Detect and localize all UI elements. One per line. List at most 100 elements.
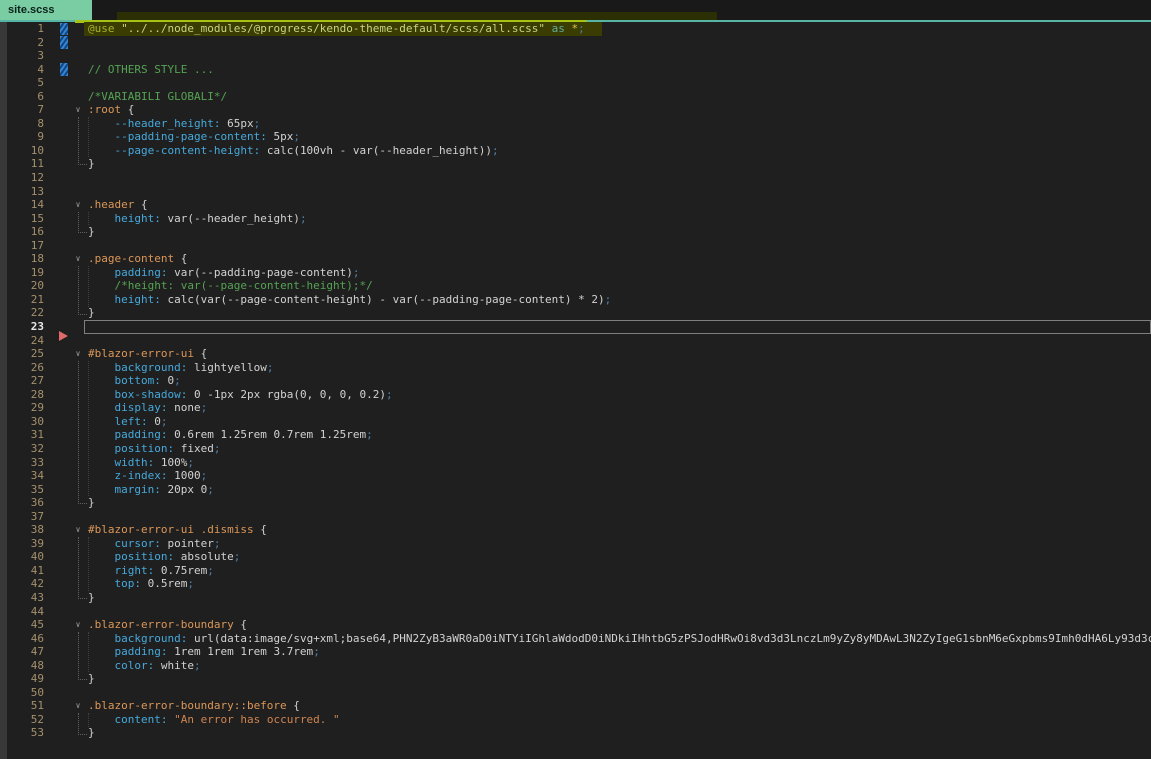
code-line[interactable]: 42 top: 0.5rem;	[0, 577, 1151, 591]
code-line[interactable]: 30 left: 0;	[0, 415, 1151, 429]
marker-margin	[58, 577, 70, 591]
fold-margin	[70, 645, 86, 659]
code-editor[interactable]: 1@use "../../node_modules/@progress/kend…	[0, 22, 1151, 740]
code-line[interactable]: 11}	[0, 157, 1151, 171]
code-line[interactable]: 40 position: absolute;	[0, 550, 1151, 564]
code-line[interactable]: 37	[0, 510, 1151, 524]
line-number: 14	[0, 198, 44, 212]
code-text: }	[86, 726, 95, 740]
fold-chevron-icon[interactable]: ∨	[70, 523, 86, 537]
code-line[interactable]: 52 content: "An error has occurred. "	[0, 713, 1151, 727]
code-text: .blazor-error-boundary {	[86, 618, 247, 632]
code-line[interactable]: 16}	[0, 225, 1151, 239]
code-line[interactable]: 14∨.header {	[0, 198, 1151, 212]
code-line[interactable]: 23	[0, 320, 1151, 334]
code-text: display: none;	[86, 401, 207, 415]
line-number: 38	[0, 523, 44, 537]
line-number: 20	[0, 279, 44, 293]
code-line[interactable]: 53}	[0, 726, 1151, 740]
code-line[interactable]: 1@use "../../node_modules/@progress/kend…	[0, 22, 1151, 36]
code-line[interactable]: 10 --page-content-height: calc(100vh - v…	[0, 144, 1151, 158]
marker-margin	[58, 537, 70, 551]
fold-margin	[70, 22, 86, 36]
fold-chevron-icon[interactable]: ∨	[70, 252, 86, 266]
code-line[interactable]: 12	[0, 171, 1151, 185]
code-text: position: absolute;	[86, 550, 240, 564]
tab-site-scss[interactable]: site.scss	[0, 0, 92, 20]
marker-margin	[58, 605, 70, 619]
code-line[interactable]: 35 margin: 20px 0;	[0, 483, 1151, 497]
code-line[interactable]: 29 display: none;	[0, 401, 1151, 415]
code-line[interactable]: 18∨.page-content {	[0, 252, 1151, 266]
code-text: top: 0.5rem;	[86, 577, 194, 591]
code-line[interactable]: 24	[0, 334, 1151, 348]
code-line[interactable]: 5	[0, 76, 1151, 90]
marker-margin	[58, 618, 70, 632]
marker-margin	[58, 90, 70, 104]
code-line[interactable]: 6/*VARIABILI GLOBALI*/	[0, 90, 1151, 104]
code-line[interactable]: 21 height: calc(var(--page-content-heigh…	[0, 293, 1151, 307]
code-line[interactable]: 45∨.blazor-error-boundary {	[0, 618, 1151, 632]
code-text: --padding-page-content: 5px;	[86, 130, 300, 144]
marker-margin	[58, 144, 70, 158]
line-number: 29	[0, 401, 44, 415]
code-line[interactable]: 13	[0, 185, 1151, 199]
code-line[interactable]: 51∨.blazor-error-boundary::before {	[0, 699, 1151, 713]
code-line[interactable]: 17	[0, 239, 1151, 253]
code-line[interactable]: 28 box-shadow: 0 -1px 2px rgba(0, 0, 0, …	[0, 388, 1151, 402]
code-text	[86, 605, 88, 619]
code-text	[86, 510, 88, 524]
code-text: width: 100%;	[86, 456, 194, 470]
code-line[interactable]: 22}	[0, 306, 1151, 320]
code-line[interactable]: 9 --padding-page-content: 5px;	[0, 130, 1151, 144]
code-line[interactable]: 41 right: 0.75rem;	[0, 564, 1151, 578]
code-line[interactable]: 34 z-index: 1000;	[0, 469, 1151, 483]
line-number: 36	[0, 496, 44, 510]
code-line[interactable]: 15 height: var(--header_height);	[0, 212, 1151, 226]
fold-chevron-icon[interactable]: ∨	[70, 699, 86, 713]
fold-margin	[70, 577, 86, 591]
fold-chevron-icon[interactable]: ∨	[70, 198, 86, 212]
code-line[interactable]: 26 background: lightyellow;	[0, 361, 1151, 375]
code-line[interactable]: 32 position: fixed;	[0, 442, 1151, 456]
fold-margin	[70, 320, 86, 334]
marker-margin	[58, 496, 70, 510]
code-line[interactable]: 27 bottom: 0;	[0, 374, 1151, 388]
fold-margin	[70, 726, 86, 740]
code-line[interactable]: 46 background: url(data:image/svg+xml;ba…	[0, 632, 1151, 646]
code-line[interactable]: 49}	[0, 672, 1151, 686]
code-line[interactable]: 7∨:root {	[0, 103, 1151, 117]
fold-chevron-icon[interactable]: ∨	[70, 103, 86, 117]
code-line[interactable]: 19 padding: var(--padding-page-content);	[0, 266, 1151, 280]
code-text	[86, 49, 88, 63]
fold-margin	[70, 157, 86, 171]
fold-margin	[70, 144, 86, 158]
code-line[interactable]: 33 width: 100%;	[0, 456, 1151, 470]
code-line[interactable]: 38∨#blazor-error-ui .dismiss {	[0, 523, 1151, 537]
line-number: 23	[0, 320, 44, 334]
code-line[interactable]: 20 /*height: var(--page-content-height);…	[0, 279, 1151, 293]
marker-margin	[58, 293, 70, 307]
code-line[interactable]: 3	[0, 49, 1151, 63]
fold-chevron-icon[interactable]: ∨	[70, 618, 86, 632]
code-line[interactable]: 50	[0, 686, 1151, 700]
code-line[interactable]: 4// OTHERS STYLE ...	[0, 63, 1151, 77]
code-line[interactable]: 36}	[0, 496, 1151, 510]
fold-chevron-icon[interactable]: ∨	[70, 347, 86, 361]
marker-margin	[58, 442, 70, 456]
code-line[interactable]: 31 padding: 0.6rem 1.25rem 0.7rem 1.25re…	[0, 428, 1151, 442]
line-number: 44	[0, 605, 44, 619]
code-line[interactable]: 2	[0, 36, 1151, 50]
marker-margin	[58, 306, 70, 320]
code-line[interactable]: 25∨#blazor-error-ui {	[0, 347, 1151, 361]
fold-margin	[70, 185, 86, 199]
code-line[interactable]: 48 color: white;	[0, 659, 1151, 673]
code-line[interactable]: 43}	[0, 591, 1151, 605]
code-line[interactable]: 8 --header_height: 65px;	[0, 117, 1151, 131]
code-line[interactable]: 39 cursor: pointer;	[0, 537, 1151, 551]
fold-margin	[70, 510, 86, 524]
code-line[interactable]: 44	[0, 605, 1151, 619]
fold-margin	[70, 266, 86, 280]
code-line[interactable]: 47 padding: 1rem 1rem 1rem 3.7rem;	[0, 645, 1151, 659]
marker-margin	[58, 388, 70, 402]
